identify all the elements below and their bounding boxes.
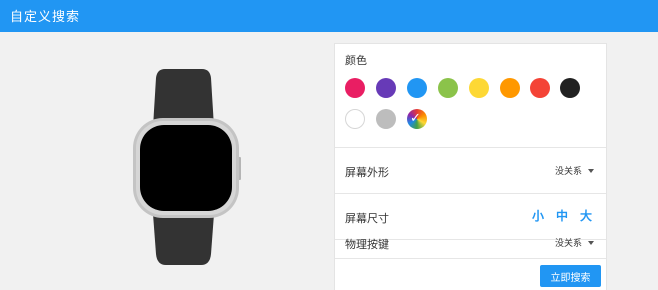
- divider: [335, 258, 606, 259]
- swatch-purple[interactable]: [376, 78, 396, 98]
- screen-size-label: 屏幕尺寸: [345, 212, 389, 225]
- check-icon: ✓: [410, 111, 421, 126]
- swatch-black[interactable]: [560, 78, 580, 98]
- screen-shape-dropdown[interactable]: 没关系: [555, 164, 594, 177]
- size-option-large[interactable]: 大: [574, 207, 598, 224]
- physical-buttons-label: 物理按键: [345, 238, 389, 251]
- swatch-orange[interactable]: [500, 78, 520, 98]
- chevron-down-icon: [588, 240, 594, 245]
- swatch-white[interactable]: [345, 109, 365, 129]
- watch-preview: [0, 32, 330, 290]
- swatch-yellow[interactable]: [469, 78, 489, 98]
- color-section: 颜色 ✓: [335, 44, 606, 148]
- screen-shape-row: 屏幕外形 没关系: [335, 148, 606, 194]
- swatch-red[interactable]: [530, 78, 550, 98]
- size-option-small[interactable]: 小: [526, 207, 550, 224]
- page-title: 自定义搜索: [10, 10, 81, 25]
- swatch-pink[interactable]: [345, 78, 365, 98]
- physical-buttons-dropdown[interactable]: 没关系: [555, 236, 594, 249]
- size-option-medium[interactable]: 中: [550, 207, 574, 224]
- watch-illustration: [133, 69, 241, 265]
- screen-size-row: 屏幕尺寸 小 中 大: [335, 194, 606, 240]
- swatch-blue[interactable]: [407, 78, 427, 98]
- swatch-green[interactable]: [438, 78, 458, 98]
- physical-buttons-value: 没关系: [554, 239, 582, 249]
- color-label: 颜色: [345, 54, 367, 67]
- screen-shape-label: 屏幕外形: [345, 166, 389, 179]
- chevron-down-icon: [588, 168, 594, 173]
- watch-strap-bottom: [153, 214, 214, 265]
- swatch-rainbow[interactable]: ✓: [407, 109, 427, 129]
- watch-screen: [140, 125, 232, 211]
- search-now-button[interactable]: 立即搜索: [540, 265, 601, 287]
- screen-size-options: 小 中 大: [526, 207, 598, 224]
- filter-panel: 颜色 ✓ 屏幕外形 没关系 屏幕尺寸 小 中 大 物理按键 没关系 立即搜索: [334, 43, 607, 290]
- app-header: 自定义搜索: [0, 0, 658, 32]
- swatch-gray[interactable]: [376, 109, 396, 129]
- screen-shape-value: 没关系: [554, 167, 582, 177]
